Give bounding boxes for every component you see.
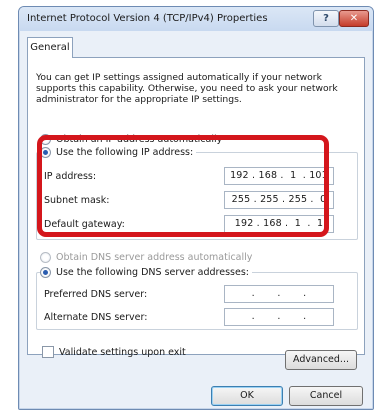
obtain-dns-auto-option: Obtain DNS server address automatically — [40, 252, 252, 263]
title-bar: Internet Protocol Version 4 (TCP/IPv4) P… — [19, 7, 373, 31]
help-button[interactable]: ? — [313, 10, 339, 27]
obtain-ip-auto-radio[interactable] — [40, 134, 51, 145]
intro-text: You can get IP settings assigned automat… — [36, 72, 338, 105]
use-following-dns-option[interactable]: Use the following DNS server addresses: — [40, 267, 252, 278]
validate-settings-checkbox[interactable] — [42, 346, 54, 358]
alternate-dns-label: Alternate DNS server: — [44, 312, 148, 323]
general-panel: You can get IP settings assigned automat… — [27, 57, 365, 358]
use-following-dns-radio[interactable] — [40, 267, 51, 278]
obtain-ip-auto-label: Obtain an IP address automatically — [56, 134, 223, 145]
default-gateway-input[interactable]: 192 . 168 . 1 . 1 — [224, 215, 334, 233]
cancel-button[interactable]: Cancel — [289, 386, 363, 406]
window-title: Internet Protocol Version 4 (TCP/IPv4) P… — [27, 13, 268, 24]
ip-address-label: IP address: — [44, 171, 97, 182]
use-following-ip-label: Use the following IP address: — [56, 147, 194, 158]
use-following-dns-label: Use the following DNS server addresses: — [56, 267, 249, 278]
validate-settings-label: Validate settings upon exit — [59, 346, 186, 358]
alternate-dns-input[interactable]: . . . — [224, 308, 334, 326]
close-button[interactable]: ✕ — [339, 10, 369, 27]
advanced-button[interactable]: Advanced... — [285, 350, 357, 370]
use-following-ip-option[interactable]: Use the following IP address: — [40, 147, 197, 158]
validate-settings-option[interactable]: Validate settings upon exit — [42, 346, 186, 358]
use-following-ip-radio[interactable] — [40, 147, 51, 158]
ok-button[interactable]: OK — [211, 386, 283, 406]
close-icon: ✕ — [349, 13, 359, 24]
preferred-dns-label: Preferred DNS server: — [44, 289, 148, 300]
ip-address-input[interactable]: 192 . 168 . 1 . 101 — [224, 167, 334, 185]
default-gateway-label: Default gateway: — [44, 219, 125, 230]
question-icon: ? — [323, 13, 329, 24]
subnet-mask-label: Subnet mask: — [44, 195, 110, 206]
obtain-dns-auto-radio — [40, 252, 51, 263]
ipv4-properties-dialog: Internet Protocol Version 4 (TCP/IPv4) P… — [18, 6, 374, 410]
obtain-ip-auto-option[interactable]: Obtain an IP address automatically — [40, 134, 222, 145]
tab-general[interactable]: General — [27, 37, 73, 58]
preferred-dns-input[interactable]: . . . — [224, 285, 334, 303]
obtain-dns-auto-label: Obtain DNS server address automatically — [56, 252, 253, 263]
subnet-mask-input[interactable]: 255 . 255 . 255 . 0 — [224, 191, 334, 209]
